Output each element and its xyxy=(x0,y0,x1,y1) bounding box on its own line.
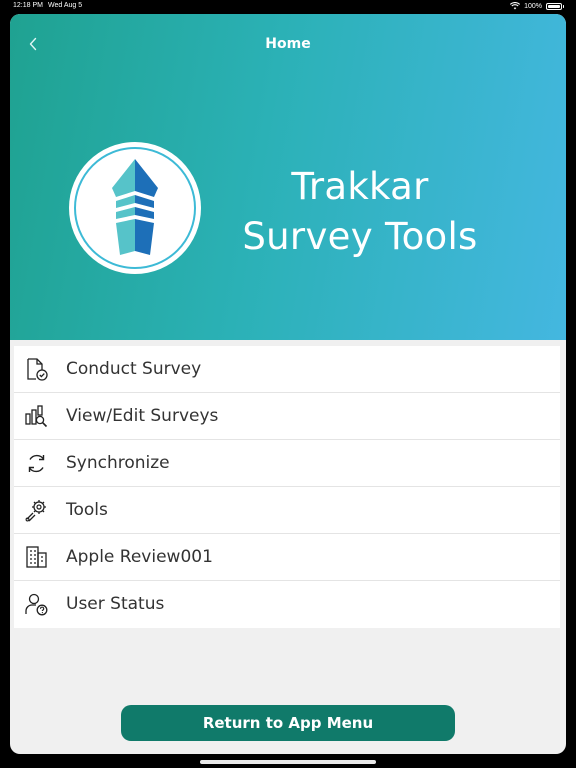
menu-item-user-status[interactable]: User Status xyxy=(14,581,560,628)
menu-item-apple-review[interactable]: Apple Review001 xyxy=(14,534,560,581)
return-to-app-menu-button[interactable]: Return to App Menu xyxy=(121,705,455,741)
brand-line-2: Survey Tools xyxy=(242,215,478,258)
menu-item-label: View/Edit Surveys xyxy=(66,406,219,426)
chart-search-icon xyxy=(25,405,48,428)
sync-icon xyxy=(28,454,45,473)
main-menu: Conduct Survey View/Edit Surveys Synchro… xyxy=(14,346,560,628)
menu-item-label: Apple Review001 xyxy=(66,547,213,567)
brand-title: Trakkar Survey Tools xyxy=(220,162,500,262)
gear-wrench-icon xyxy=(25,500,46,522)
document-check-icon xyxy=(27,358,48,381)
app-screen: Home Trakkar Survey Tools Conduct Survey… xyxy=(10,14,566,754)
menu-item-label: User Status xyxy=(66,594,165,614)
menu-item-view-edit-surveys[interactable]: View/Edit Surveys xyxy=(14,393,560,440)
trakkar-logo-icon xyxy=(69,142,201,274)
menu-item-label: Tools xyxy=(66,500,108,520)
battery-percent: 100% xyxy=(524,2,542,10)
hero-header: Home Trakkar Survey Tools xyxy=(10,14,566,340)
page-title: Home xyxy=(265,36,311,52)
status-time: 12:18 PM xyxy=(13,2,43,9)
menu-item-synchronize[interactable]: Synchronize xyxy=(14,440,560,487)
status-bar: 12:18 PM Wed Aug 5 100% xyxy=(0,0,576,14)
menu-item-label: Conduct Survey xyxy=(66,359,202,379)
status-date: Wed Aug 5 xyxy=(48,2,83,9)
building-icon xyxy=(26,546,47,568)
wifi-icon xyxy=(510,2,521,10)
menu-item-label: Synchronize xyxy=(66,453,170,473)
status-right: 100% xyxy=(510,2,564,10)
home-indicator[interactable] xyxy=(200,760,376,764)
battery-icon xyxy=(546,2,564,10)
menu-item-conduct-survey[interactable]: Conduct Survey xyxy=(14,346,560,393)
brand-line-1: Trakkar xyxy=(291,165,429,208)
menu-item-tools[interactable]: Tools xyxy=(14,487,560,534)
user-question-icon xyxy=(25,593,48,616)
